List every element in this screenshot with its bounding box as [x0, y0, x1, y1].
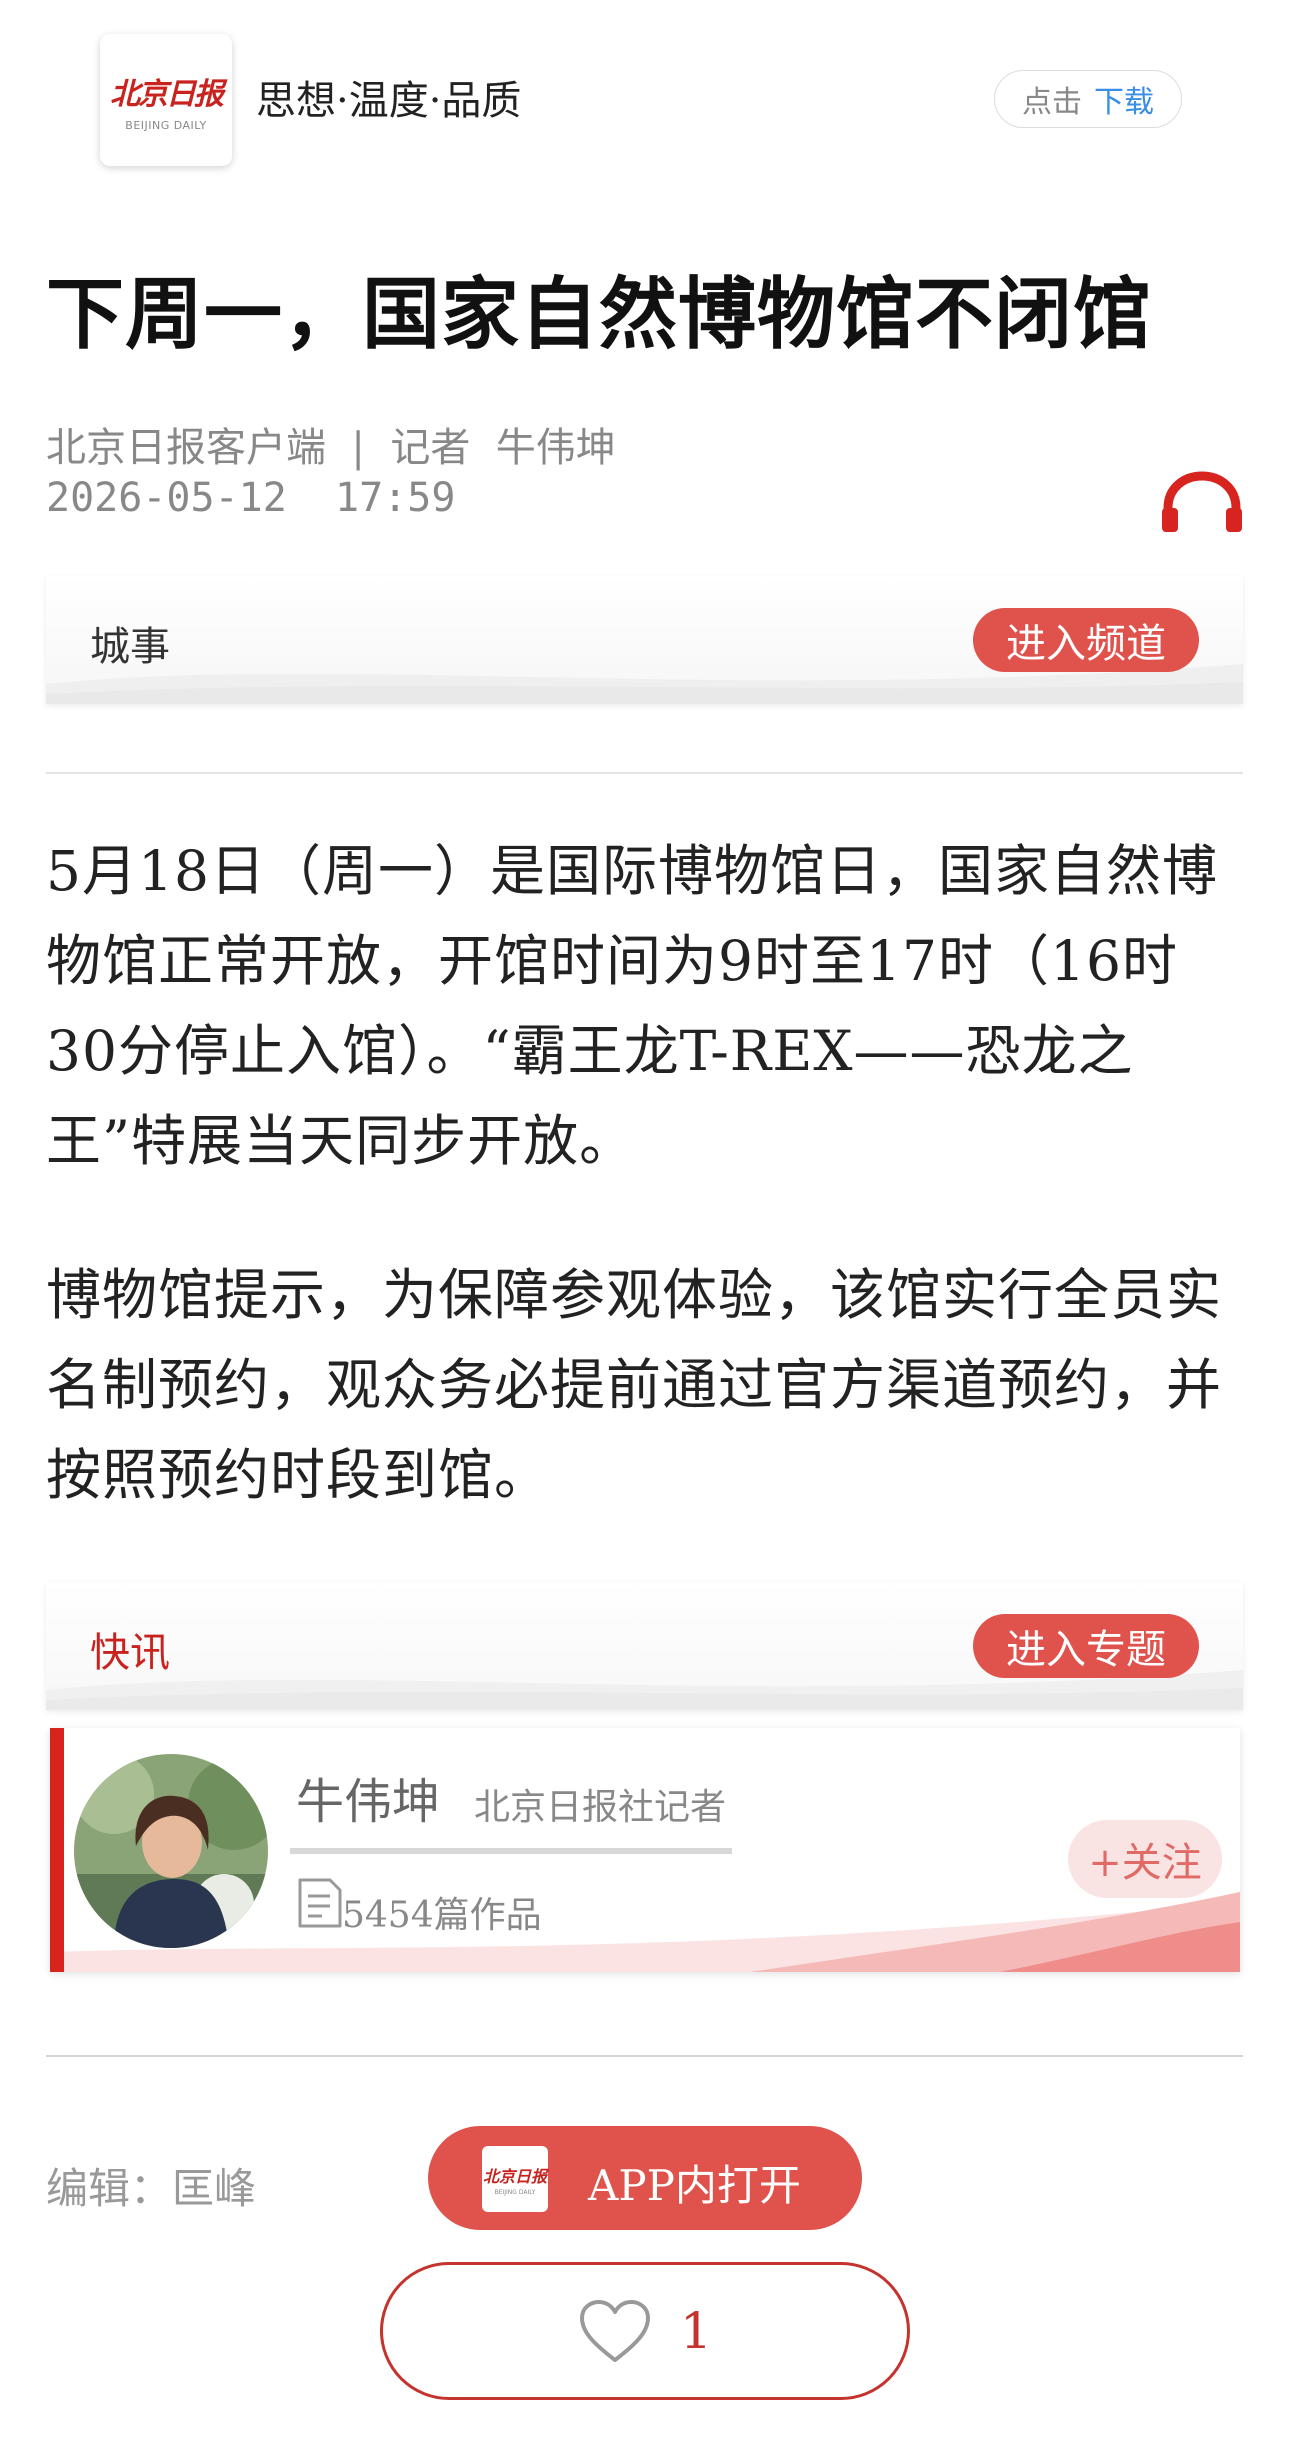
open-in-app-label: APP内打开	[588, 2161, 801, 2210]
logo-text-en: BEIJING DAILY	[125, 118, 207, 132]
slogan: 思想·温度·品质	[256, 78, 522, 124]
like-count: 1	[680, 2302, 712, 2360]
app-logo-en: BEIJING DAILY	[494, 2188, 536, 2196]
author-name: 牛伟坤	[296, 1774, 441, 1830]
topic-card: 快讯 进入专题	[46, 1582, 1243, 1710]
divider	[46, 2055, 1243, 2057]
logo-text-cn: 北京日报	[110, 76, 224, 112]
channel-label: 城事	[90, 624, 170, 670]
article-datetime: 2026-05-12 17:59	[46, 475, 456, 521]
top-bar: 北京日报 BEIJING DAILY 思想·温度·品质 点击 下载	[0, 0, 1289, 190]
article-source: 北京日报客户端 | 记者 牛伟坤	[46, 425, 616, 471]
download-label: 下载	[1094, 85, 1154, 120]
article-paragraph: 博物馆提示，为保障参观体验，该馆实行全员实名制预约，观众务必提前通过官方渠道预约…	[46, 1263, 1223, 1507]
author-role: 北京日报社记者	[474, 1787, 727, 1828]
avatar[interactable]	[74, 1754, 268, 1948]
article-title: 下周一，国家自然博物馆不闭馆	[46, 269, 1153, 360]
logo-icon: 北京日报 BEIJING DAILY	[482, 2146, 548, 2212]
enter-channel-button[interactable]: 进入频道	[973, 608, 1199, 672]
heart-icon	[580, 2300, 651, 2362]
topic-label: 快讯	[90, 1630, 170, 1676]
channel-card: 城事 进入频道	[46, 576, 1243, 704]
app-logo-cn: 北京日报	[482, 2166, 547, 2186]
author-works-count: 5454篇作品	[342, 1895, 542, 1936]
headphone-icon[interactable]	[1160, 470, 1244, 534]
download-prefix: 点击	[1022, 85, 1082, 120]
open-in-app-button[interactable]: 北京日报 BEIJING DAILY APP内打开	[428, 2126, 862, 2230]
author-accent-bar	[50, 1728, 64, 1972]
enter-topic-button[interactable]: 进入专题	[973, 1614, 1199, 1678]
editor-credit: 编辑：匡峰	[46, 2164, 257, 2213]
author-divider	[290, 1848, 732, 1854]
article-paragraph: 5月18日（周一）是国际博物馆日，国家自然博物馆正常开放，开馆时间为9时至17时…	[46, 839, 1218, 1173]
divider	[46, 772, 1243, 774]
like-button[interactable]: 1	[380, 2262, 910, 2400]
app-logo: 北京日报 BEIJING DAILY	[100, 34, 232, 166]
download-button[interactable]: 点击 下载	[994, 70, 1182, 128]
follow-button[interactable]: +关注	[1068, 1820, 1222, 1898]
works-icon	[298, 1878, 342, 1928]
author-card[interactable]: 牛伟坤 北京日报社记者 5454篇作品 +关注	[50, 1728, 1240, 1972]
